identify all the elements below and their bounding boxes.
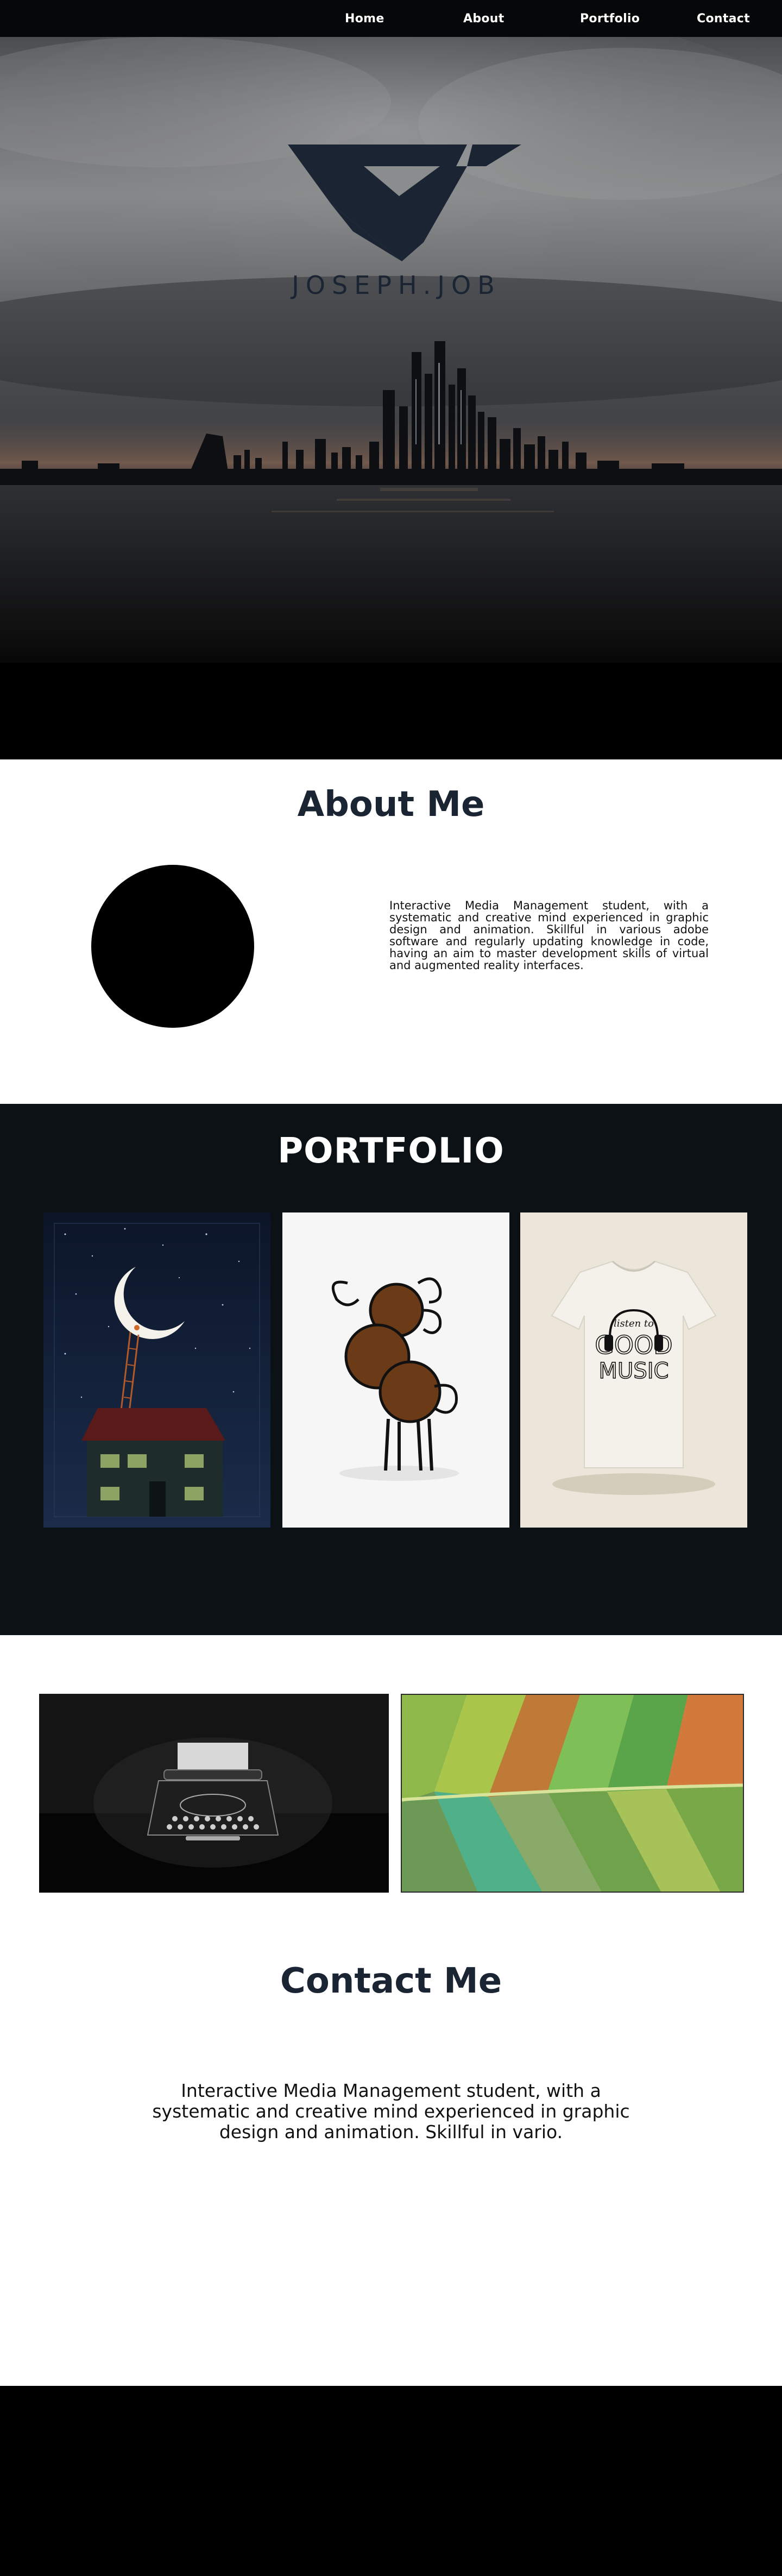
about-bio: Interactive Media Management student, wi… (389, 899, 709, 972)
typewriter-photo (39, 1694, 389, 1893)
tshirt-text-line3: MUSIC (599, 1359, 669, 1384)
hero-section: JOSEPH.JOB (0, 37, 782, 759)
gallery-section (0, 1635, 782, 1939)
about-heading: About Me (297, 784, 485, 825)
top-nav: Home About Portfolio Contact (0, 0, 782, 37)
nav-contact-link[interactable]: Contact (697, 12, 750, 26)
portfolio-section: PORTFOLIO listen to GOOD MUSIC (0, 1104, 782, 1635)
tshirt-text-line1: listen to (614, 1318, 654, 1329)
contact-text: Interactive Media Management student, wi… (152, 2080, 630, 2143)
gallery-item-leaf[interactable] (401, 1694, 744, 1893)
hero-bottom-band (0, 663, 782, 759)
about-section: About Me Interactive Media Management st… (0, 759, 782, 1104)
nav-about-link[interactable]: About (463, 12, 504, 26)
portfolio-item-moon-house[interactable] (43, 1212, 270, 1528)
nav-portfolio-link[interactable]: Portfolio (580, 12, 640, 26)
good-music-tshirt-illustration: listen to GOOD MUSIC (520, 1212, 747, 1528)
portfolio-heading: PORTFOLIO (278, 1131, 504, 1171)
page: Home About Portfolio Contact JOSEPH.JOB … (0, 0, 782, 2576)
brand-name: JOSEPH.JOB (292, 271, 501, 300)
avatar (91, 865, 254, 1028)
nav-home-link[interactable]: Home (345, 12, 384, 26)
gallery-item-typewriter[interactable] (39, 1694, 389, 1893)
moon-house-illustration (43, 1212, 270, 1528)
portfolio-item-curly-character[interactable] (282, 1212, 509, 1528)
portfolio-item-good-music-tshirt[interactable]: listen to GOOD MUSIC (520, 1212, 747, 1528)
contact-heading: Contact Me (280, 1961, 502, 2001)
footer (0, 2386, 782, 2576)
curly-character-illustration (282, 1212, 509, 1528)
leaf-closeup-photo (402, 1695, 743, 1892)
contact-section: Contact Me Interactive Media Management … (0, 1939, 782, 2386)
jj-monogram-logo-icon (288, 144, 521, 261)
